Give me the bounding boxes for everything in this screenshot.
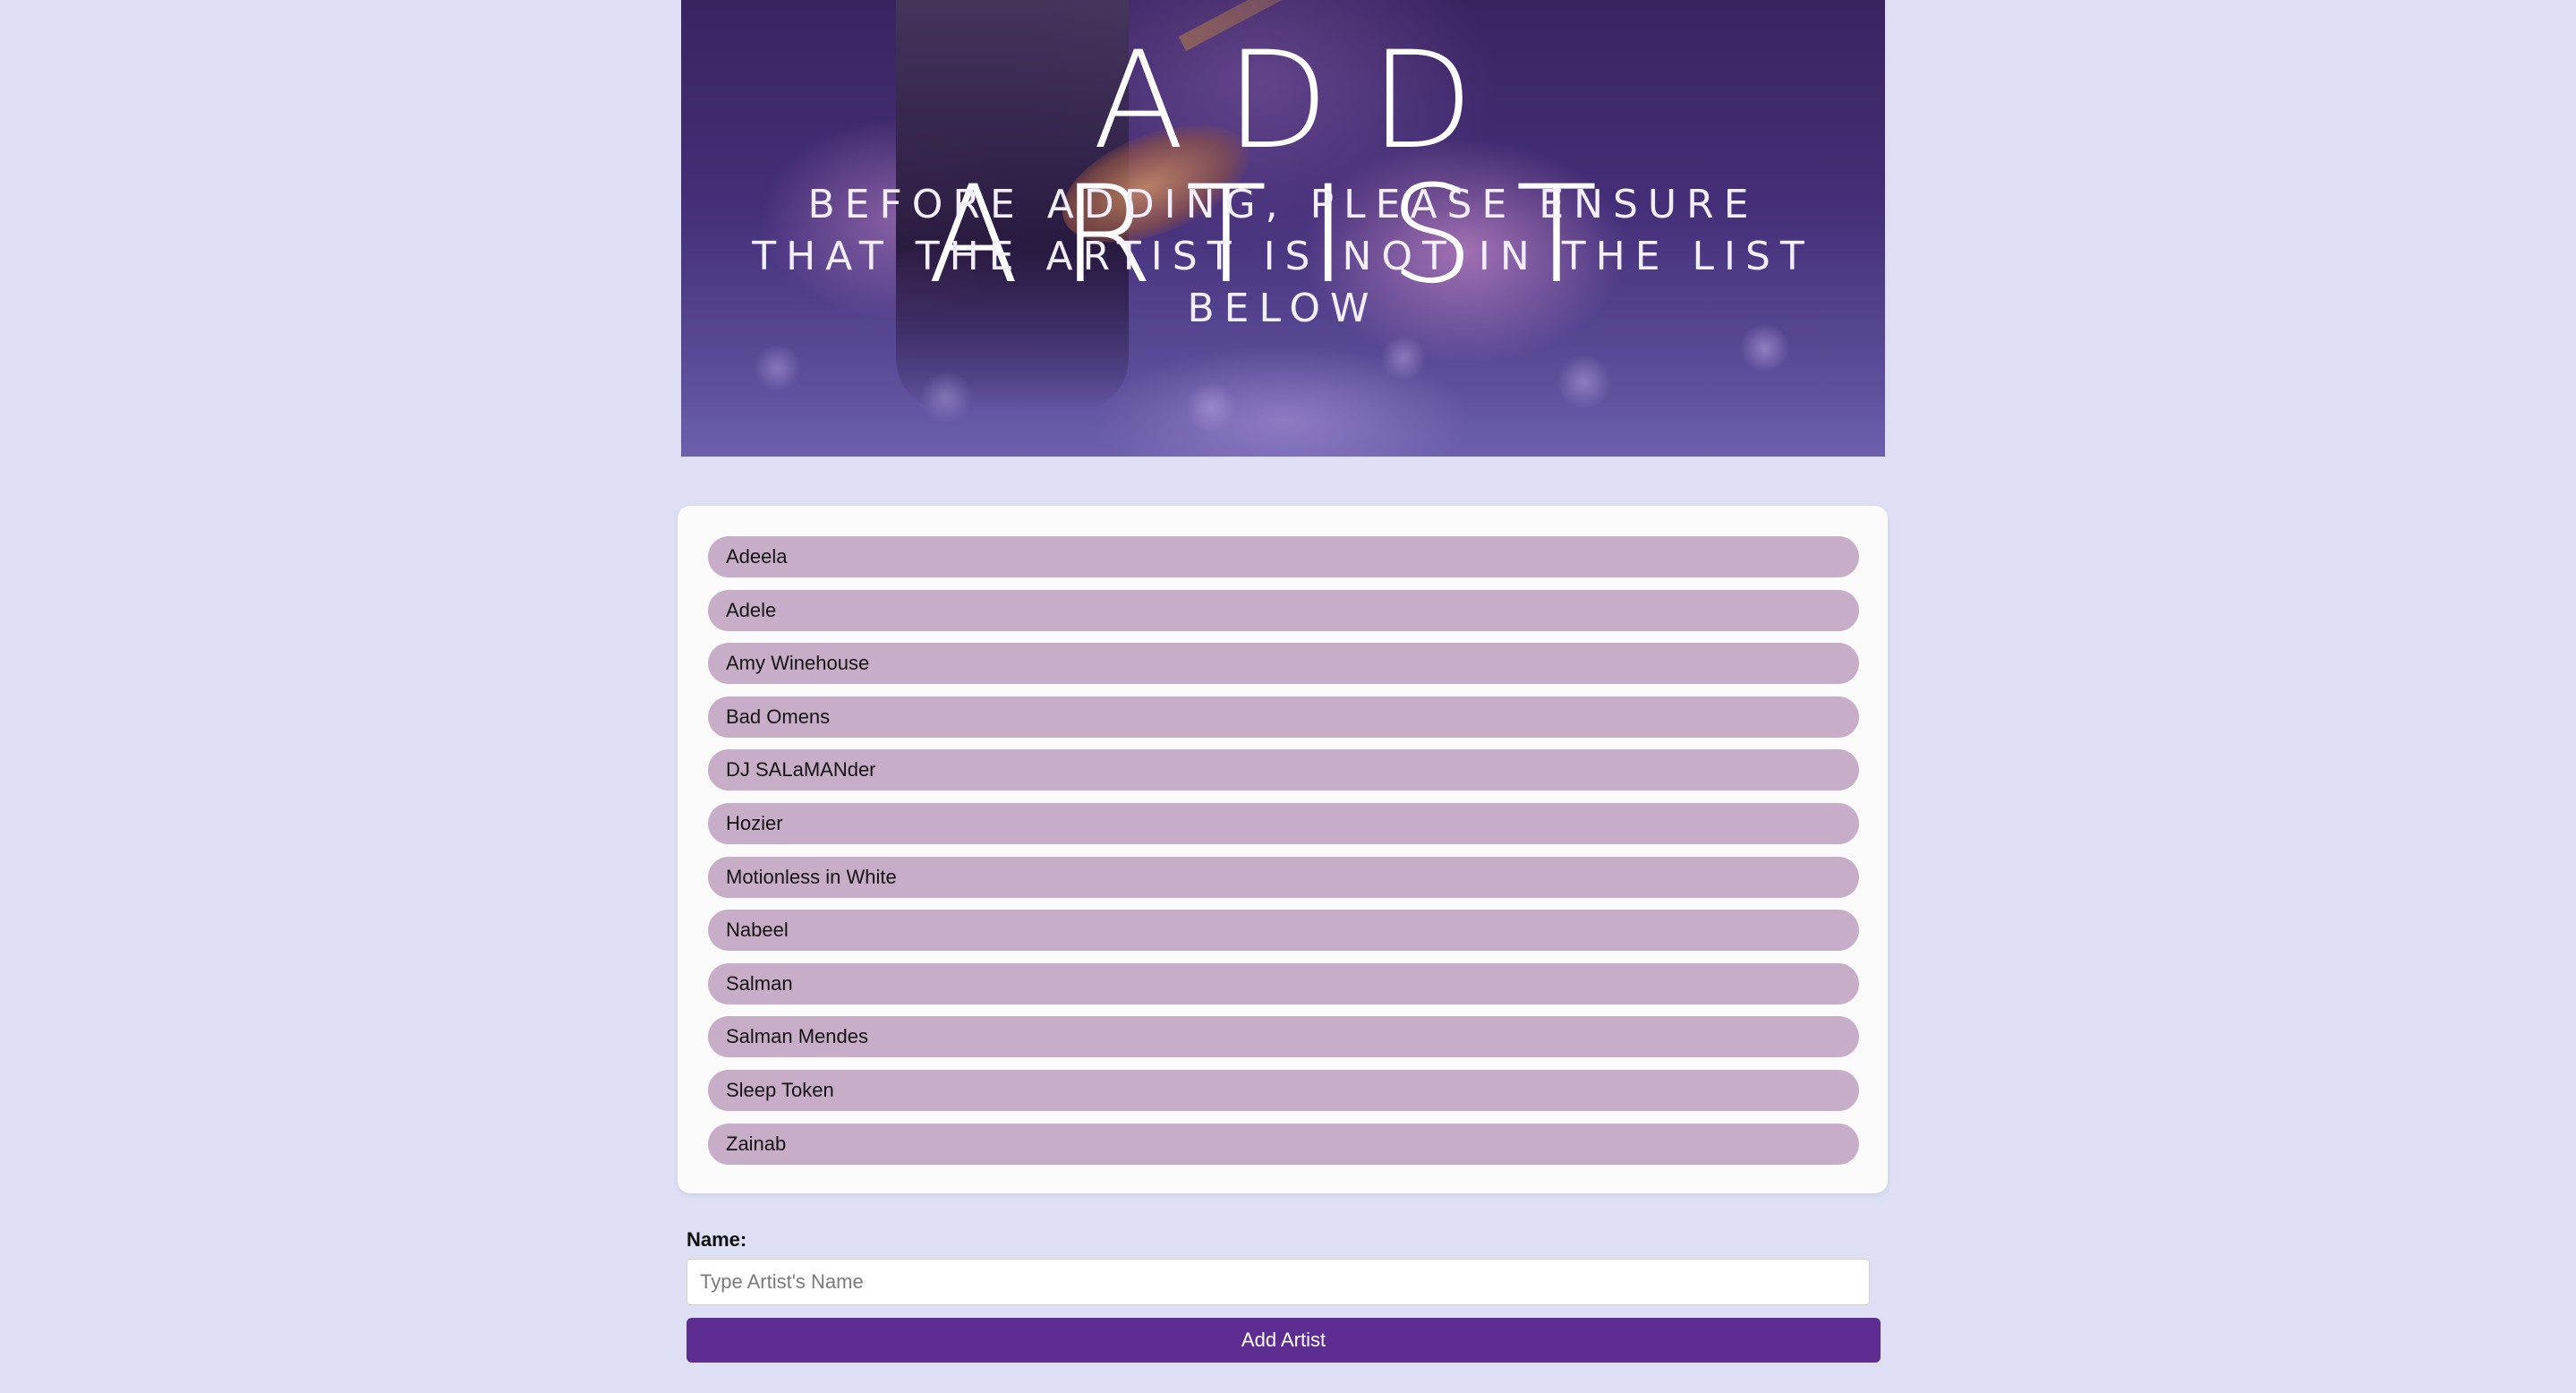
artist-list-item: Sleep Token xyxy=(708,1069,1859,1111)
artist-list-item: Salman xyxy=(708,962,1859,1004)
artist-list-item: Amy Winehouse xyxy=(708,643,1859,685)
artist-list-item: Adele xyxy=(708,589,1859,631)
artist-list-item: Nabeel xyxy=(708,910,1859,952)
add-artist-button[interactable]: Add Artist xyxy=(687,1318,1881,1363)
hero-banner: ADD ARTIST Before adding, please ensure … xyxy=(681,0,1885,457)
page-subtitle: Before adding, please ensure that the ar… xyxy=(752,182,1814,331)
artist-list: Adeela Adele Amy Winehouse Bad Omens DJ … xyxy=(708,536,1859,1176)
add-artist-form: Name: Add Artist xyxy=(687,1226,1881,1363)
artist-list-item: Motionless in White xyxy=(708,856,1859,898)
artist-list-item: Salman Mendes xyxy=(708,1016,1859,1058)
page: ADD ARTIST Before adding, please ensure … xyxy=(0,0,2576,1393)
artist-name-input[interactable] xyxy=(687,1259,1870,1305)
artist-list-card: Adeela Adele Amy Winehouse Bad Omens DJ … xyxy=(678,506,1888,1193)
artist-list-item: Adeela xyxy=(708,536,1859,577)
artist-list-item: Hozier xyxy=(708,802,1859,844)
name-label: Name: xyxy=(687,1228,747,1251)
artist-list-item: Zainab xyxy=(708,1123,1859,1165)
artist-list-item: Bad Omens xyxy=(708,696,1859,738)
artist-list-item: DJ SALaMANder xyxy=(708,749,1859,791)
